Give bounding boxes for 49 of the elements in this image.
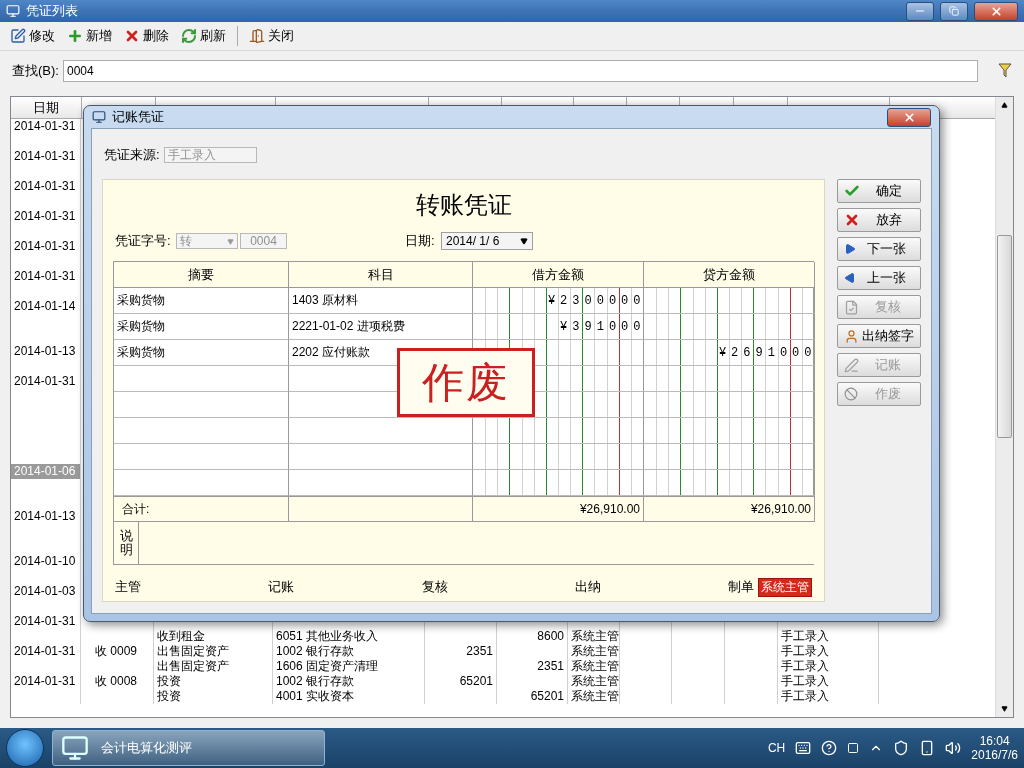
table-cell-text: 6051 其他业务收入 [275, 629, 380, 644]
signer-name: 系统主管 [758, 577, 812, 597]
table-cell-text: 收 0009 [94, 644, 139, 659]
signature-label: 主管 [115, 578, 141, 596]
table-cell-text: 系统主管 [570, 659, 620, 674]
table-cell-text: 8600 [536, 629, 565, 644]
signature-label: 制单 [728, 578, 754, 596]
column-header: 科目 [289, 262, 473, 288]
signature-label: 记账 [268, 578, 295, 596]
column-header: 摘要 [114, 262, 289, 288]
voucher-title: 转账凭证 [414, 190, 513, 220]
table-cell-text: 系统主管 [570, 644, 620, 659]
total-debit: ¥26,910.00 [473, 496, 644, 522]
void-stamp-overlay: 作废 [397, 348, 535, 417]
column-header: 借方金额 [473, 262, 644, 288]
table-cell-text: 手工录入 [780, 629, 830, 644]
signature-label: 复核 [421, 578, 448, 596]
number-label: 凭证字号: [115, 232, 172, 250]
source-label: 凭证来源: [104, 146, 160, 164]
table-cell-text: 系统主管 [570, 629, 620, 644]
window-title: 凭证列表 [26, 2, 79, 20]
remark-label: 说明 [119, 528, 133, 558]
table-cell-text: 2351 [465, 644, 494, 659]
table-cell-text: 收到租金 [156, 629, 206, 644]
table-cell-text: 65201 [458, 674, 494, 689]
table-cell-text: 手工录入 [780, 674, 830, 689]
search-label: 查找(B): [12, 62, 59, 80]
table-cell-text: 4001 实收资本 [275, 689, 356, 704]
total-label: 合计: [114, 496, 289, 522]
column-header: 贷方金额 [644, 262, 815, 288]
table-cell-text: 1002 银行存款 [275, 644, 356, 659]
table-cell-text: 65201 [529, 689, 565, 704]
table-cell-text: 手工录入 [780, 689, 830, 704]
total-credit: ¥26,910.00 [644, 496, 815, 522]
table-cell-text: 1002 银行存款 [275, 674, 356, 689]
table-cell-text: 收 0008 [94, 674, 139, 689]
table-cell-text: 投资 [156, 689, 182, 704]
table-cell-text: 手工录入 [780, 644, 830, 659]
date-label: 日期: [405, 232, 436, 250]
table-cell-text: 2351 [536, 659, 565, 674]
dialog-title: 记账凭证 [112, 108, 165, 126]
table-cell-text: 投资 [156, 674, 182, 689]
signature-label: 出纳 [574, 578, 601, 596]
table-cell-text: 出售固定资产 [156, 659, 230, 674]
table-cell-text: 系统主管 [570, 674, 620, 689]
table-cell-text: 系统主管 [570, 689, 620, 704]
table-cell-text: 出售固定资产 [156, 644, 230, 659]
table-cell-text: 手工录入 [780, 659, 830, 674]
table-cell-text: 1606 固定资产清理 [275, 659, 380, 674]
